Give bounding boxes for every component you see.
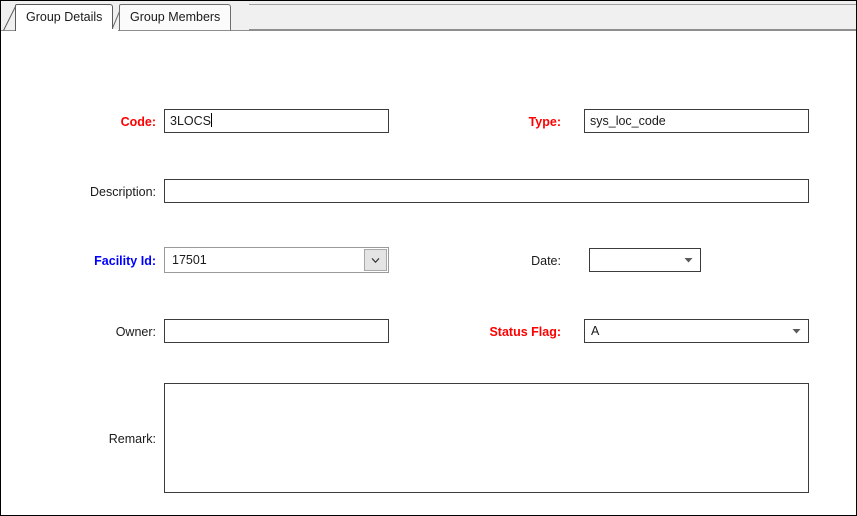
owner-input[interactable]	[164, 319, 389, 343]
type-field-value: sys_loc_code	[590, 114, 666, 128]
chevron-down-icon	[371, 257, 380, 263]
facility-id-label: Facility Id:	[94, 254, 156, 268]
code-input-value: 3LOCS	[170, 114, 211, 128]
remark-label: Remark:	[108, 432, 156, 446]
description-label: Description:	[90, 185, 156, 199]
description-input[interactable]	[164, 179, 809, 203]
date-value	[590, 249, 676, 271]
active-tab-merge	[16, 29, 118, 32]
facility-id-value: 17501	[172, 253, 207, 267]
group-details-window: Group Details Group Members Code: 3LOCS …	[0, 0, 857, 516]
status-flag-dropdown[interactable]: A	[584, 319, 809, 343]
text-caret	[211, 113, 212, 127]
type-label: Type:	[528, 115, 561, 129]
group-details-panel: Code: 3LOCS Type: sys_loc_code Descripti…	[1, 31, 856, 515]
triangle-down-icon	[684, 258, 693, 263]
tab-strip: Group Details Group Members	[1, 1, 856, 32]
code-label: Code:	[120, 115, 156, 129]
status-flag-label: Status Flag:	[489, 325, 561, 339]
tab-group-members[interactable]: Group Members	[119, 4, 232, 31]
code-input[interactable]: 3LOCS	[164, 109, 389, 133]
facility-id-combobox[interactable]: 17501	[164, 247, 389, 273]
owner-label: Owner:	[115, 325, 156, 339]
status-flag-value: A	[591, 324, 600, 338]
date-label: Date:	[531, 254, 561, 268]
tab-group-details[interactable]: Group Details	[15, 4, 114, 31]
tab-strip-filler	[249, 4, 856, 30]
remark-textarea[interactable]	[164, 383, 809, 493]
date-dropdown[interactable]	[589, 248, 701, 272]
type-field: sys_loc_code	[584, 109, 809, 133]
facility-id-dropdown-button[interactable]	[364, 249, 387, 271]
triangle-down-icon	[792, 329, 801, 334]
